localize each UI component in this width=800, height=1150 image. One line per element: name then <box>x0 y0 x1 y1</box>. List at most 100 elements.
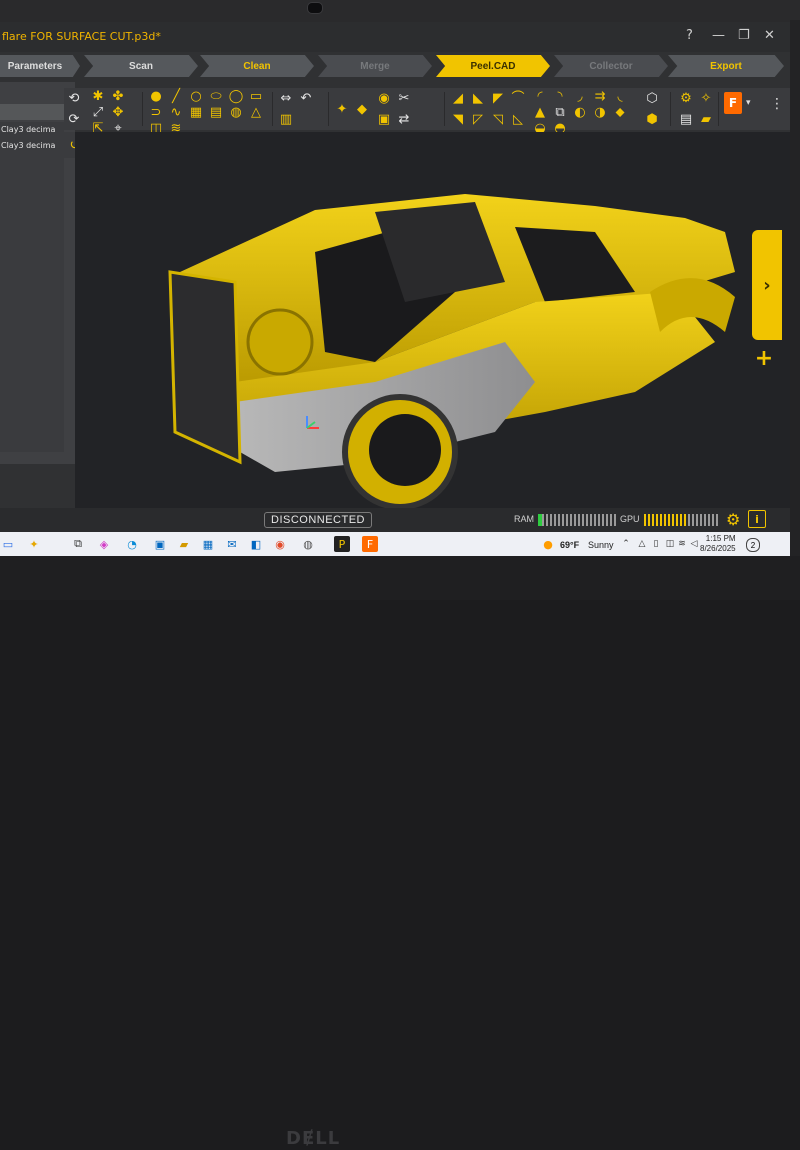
taskbar: ▭ ✦ ⧉ ◈ ◔ ▣ ▰ ▦ ✉ ◧ ◉ ◍ P F ● 69°F Sunny… <box>0 532 790 556</box>
transfer-icon[interactable]: ⇄ <box>396 112 412 128</box>
chevron-down-icon[interactable]: ▾ <box>746 98 751 108</box>
toolbar-divider <box>718 92 719 126</box>
chrome-icon[interactable]: ◉ <box>272 536 288 552</box>
task-view-icon[interactable]: ⧉ <box>70 536 86 552</box>
more-icon[interactable]: ⋮ <box>770 96 784 112</box>
slot-icon[interactable]: ⊃ <box>148 104 164 120</box>
spline-icon[interactable]: ∿ <box>168 104 184 120</box>
drop-icon[interactable]: ⬥ <box>612 104 628 120</box>
measure-icon[interactable]: ⤢ <box>90 104 106 120</box>
move-icon[interactable]: ✥ <box>110 104 126 120</box>
gpu-label: GPU <box>620 514 640 524</box>
chat-icon[interactable]: ▣ <box>152 536 168 552</box>
weather-temp[interactable]: 69°F <box>560 540 579 550</box>
step-peel-cad[interactable]: Peel.CAD <box>436 55 550 77</box>
step-merge[interactable]: Merge <box>318 55 432 77</box>
copilot-icon[interactable]: ◈ <box>96 536 112 552</box>
extend-icon[interactable]: ◹ <box>490 112 506 128</box>
blend-icon[interactable]: ◥ <box>450 112 466 128</box>
3d-viewport[interactable] <box>75 132 790 528</box>
draft-icon[interactable]: ▲ <box>532 104 548 120</box>
wrap-icon[interactable]: ◑ <box>592 104 608 120</box>
step-collector[interactable]: Collector <box>554 55 668 77</box>
arc-icon[interactable]: ◯ <box>228 88 244 104</box>
grid-icon[interactable]: ▦ <box>188 104 204 120</box>
trim-icon[interactable]: ◸ <box>470 112 486 128</box>
generic-app-icon[interactable]: ◍ <box>300 536 316 552</box>
ram-meter <box>538 514 616 526</box>
line-icon[interactable]: ╱ <box>168 88 184 104</box>
palette-icon[interactable]: ✧ <box>698 91 714 107</box>
notification-badge[interactable]: 2 <box>746 538 760 552</box>
point-icon[interactable]: ● <box>148 88 164 104</box>
add-button[interactable]: + <box>752 346 776 371</box>
sphere-icon[interactable]: ◍ <box>228 104 244 120</box>
gear-icon[interactable]: ⚙ <box>678 91 694 107</box>
split-icon[interactable]: ⇉ <box>592 88 608 104</box>
step-clean[interactable]: Clean <box>200 55 314 77</box>
mesh-icon[interactable]: ▤ <box>208 104 224 120</box>
refresh-icon[interactable]: ⟳ <box>66 112 82 128</box>
object-item-clay3-decimated[interactable]: Clay3 decima <box>0 122 65 138</box>
file-explorer-icon[interactable]: ▰ <box>176 536 192 552</box>
window-title: flare FOR SURFACE CUT.p3d* <box>2 30 161 43</box>
wireframe-icon[interactable]: ⬡ <box>644 91 660 107</box>
flare-taskbar-icon[interactable]: F <box>362 536 378 552</box>
cut-icon[interactable]: ✂ <box>396 91 412 107</box>
toolbar-divider <box>272 92 273 126</box>
store-icon[interactable]: ▦ <box>200 536 216 552</box>
maximize-button[interactable]: ❐ <box>738 28 750 43</box>
toolbar-divider <box>328 92 329 126</box>
outlook-icon[interactable]: ✉ <box>224 536 240 552</box>
curve-dimension-icon[interactable]: ↶ <box>298 91 314 107</box>
notes-icon[interactable]: ▤ <box>678 112 694 128</box>
settings-gear-icon[interactable]: ⚙ <box>726 510 740 529</box>
chamfer-icon[interactable]: ◝ <box>552 88 568 104</box>
shell-icon[interactable]: ◞ <box>572 88 588 104</box>
clock[interactable]: 1:15 PM 8/26/2025 <box>700 534 736 554</box>
fill-icon[interactable]: ◉ <box>376 91 392 107</box>
stack-icon[interactable]: ▣ <box>376 112 392 128</box>
shaded-icon[interactable]: ⬢ <box>644 112 660 128</box>
sweep-icon[interactable]: ⌒ <box>510 91 526 107</box>
ruler-icon[interactable]: ▥ <box>278 112 294 128</box>
minimize-button[interactable]: — <box>712 28 725 43</box>
close-button[interactable]: ✕ <box>764 28 775 43</box>
info-icon[interactable]: i <box>748 510 766 528</box>
circle-icon[interactable]: ○ <box>188 88 204 104</box>
flare-app-icon[interactable]: F <box>724 92 742 114</box>
step-parameters[interactable]: Parameters <box>0 55 80 77</box>
loft-icon[interactable]: ◣ <box>470 91 486 107</box>
step-scan[interactable]: Scan <box>84 55 198 77</box>
app-tile-icon[interactable]: ◧ <box>248 536 264 552</box>
copilot-sparkle-icon[interactable]: ✦ <box>26 536 42 552</box>
ellipse-icon[interactable]: ⬭ <box>208 88 224 104</box>
side-panel-toggle[interactable]: › <box>752 230 782 340</box>
sparkle-icon[interactable]: ✦ <box>334 101 350 117</box>
surface-icon[interactable]: ◢ <box>450 91 466 107</box>
start-icon[interactable]: ▭ <box>0 536 16 552</box>
patch-icon[interactable]: ◤ <box>490 91 506 107</box>
edge-browser-icon[interactable]: ◔ <box>124 536 140 552</box>
mirror-icon[interactable]: ⧉ <box>552 104 568 120</box>
tool-settings: ⚙ ✧ ▤ ▰ <box>676 88 716 130</box>
eraser-icon[interactable]: ◆ <box>354 101 370 117</box>
weather-desc[interactable]: Sunny <box>588 540 614 550</box>
axis-icon[interactable]: ✱ <box>90 88 106 104</box>
dimension-icon[interactable]: ⇔ <box>278 91 294 107</box>
step-export[interactable]: Export <box>668 55 784 77</box>
rotate-icon[interactable]: ⟲ <box>66 91 82 107</box>
folder-icon[interactable]: ▰ <box>698 112 714 128</box>
merge-icon[interactable]: ◟ <box>612 88 628 104</box>
object-item-clay3-decimated-2[interactable]: Clay3 decima <box>0 138 65 154</box>
project-icon[interactable]: ◐ <box>572 104 588 120</box>
help-button[interactable]: ? <box>686 28 693 43</box>
tray-chevron-icon[interactable]: ⌃ <box>618 536 634 552</box>
rectangle-icon[interactable]: ▭ <box>248 88 264 104</box>
truck-scan-model[interactable] <box>75 132 790 528</box>
fillet-icon[interactable]: ◜ <box>532 88 548 104</box>
peel-app-icon[interactable]: P <box>334 536 350 552</box>
shapes-icon[interactable]: ✤ <box>110 88 126 104</box>
offset-icon[interactable]: ◺ <box>510 112 526 128</box>
triangle-icon[interactable]: △ <box>248 104 264 120</box>
